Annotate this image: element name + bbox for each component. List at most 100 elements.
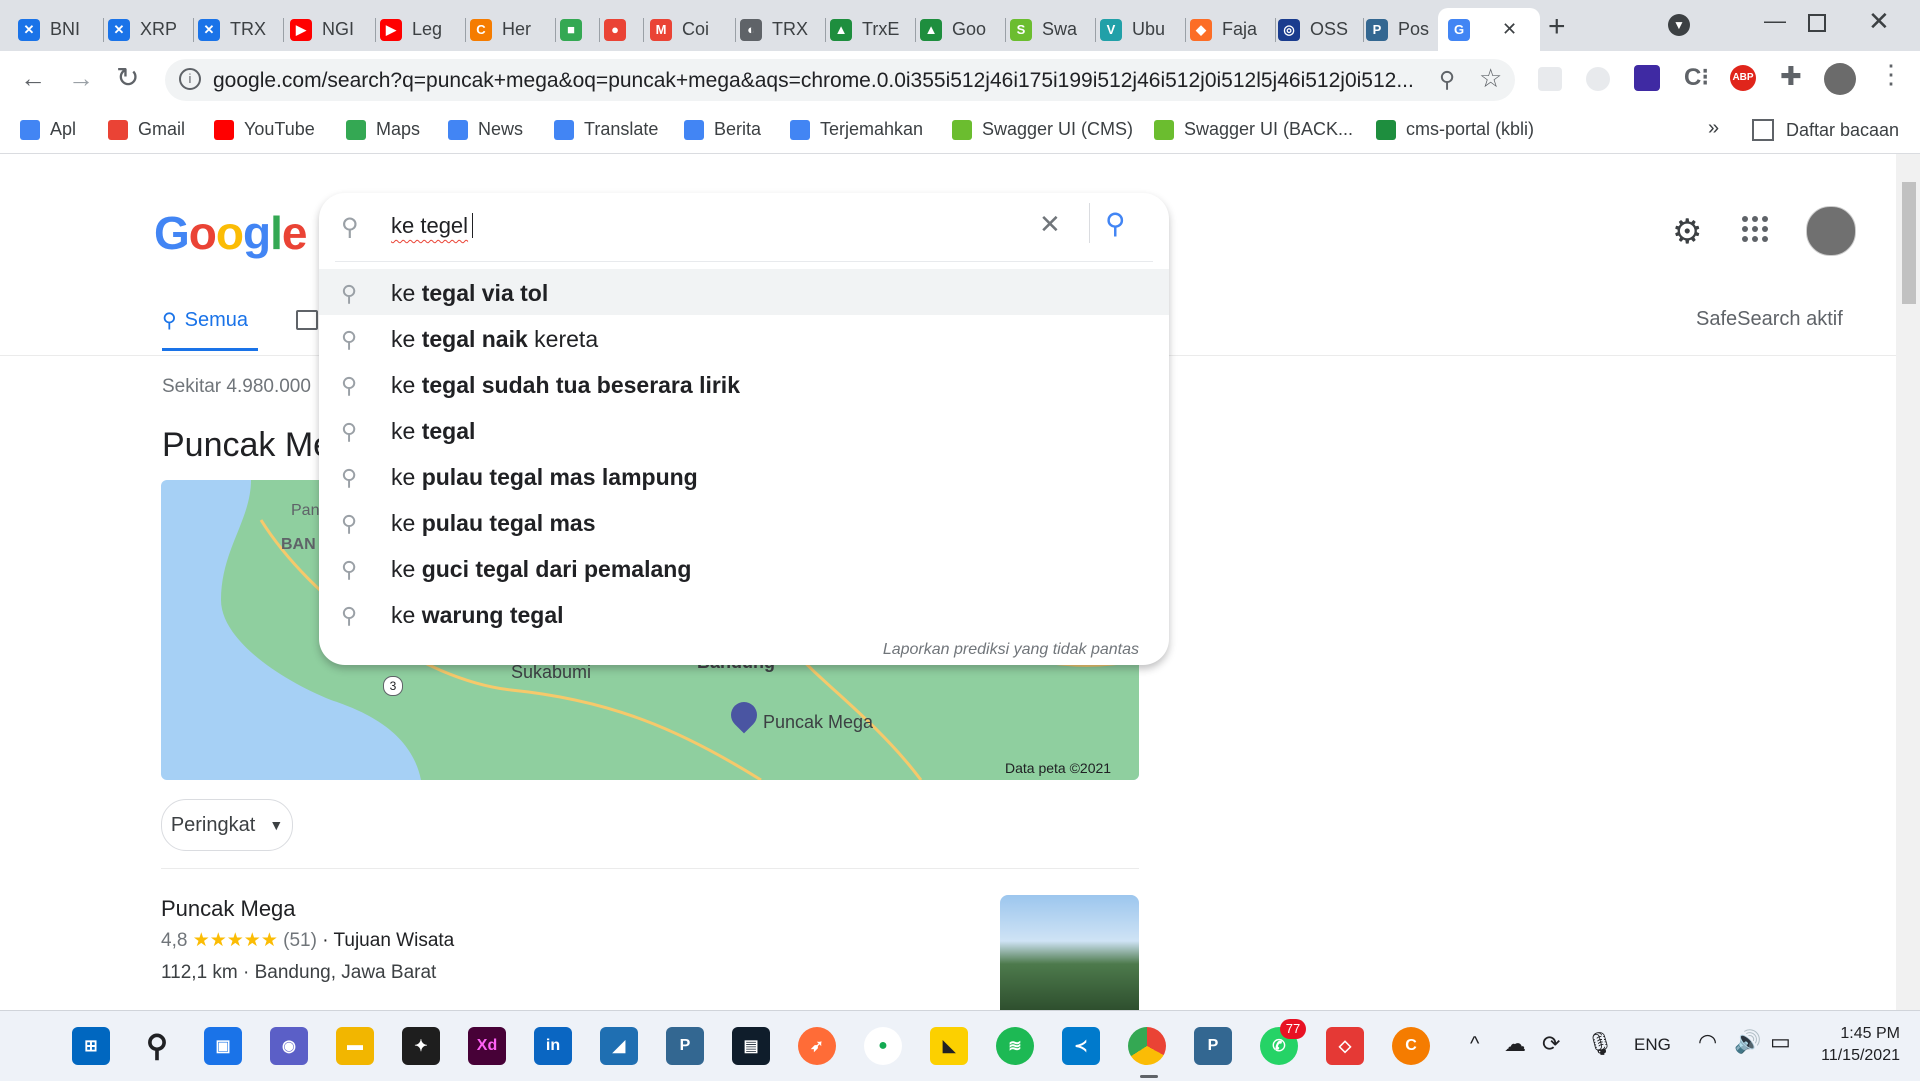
browser-tab[interactable]: ● [604, 8, 644, 51]
apps-grid-icon[interactable] [1742, 216, 1768, 242]
clock[interactable]: 1:45 PM 11/15/2021 [1818, 1025, 1900, 1065]
suggestion-item[interactable]: ⚲ ke pulau tegal mas [319, 499, 1169, 545]
suggestion-item[interactable]: ⚲ ke pulau tegal mas lampung [319, 453, 1169, 499]
browser-tab[interactable]: ◆ Faja [1190, 8, 1276, 51]
new-tab-button[interactable]: + [1548, 10, 1566, 44]
language-indicator[interactable]: ENG [1634, 1035, 1671, 1055]
browser-tab[interactable]: ■ [560, 8, 600, 51]
images-icon[interactable] [296, 310, 318, 330]
mysql-workbench-icon[interactable]: ◢ [600, 1027, 638, 1065]
back-icon[interactable]: ← [20, 63, 46, 94]
bookmark-item[interactable]: cms-portal (kbli) [1376, 119, 1534, 140]
suggestion-item[interactable]: ⚲ ke tegal sudah tua beserara lirik [319, 361, 1169, 407]
bookmark-item[interactable]: YouTube [214, 119, 315, 140]
reading-list-button[interactable]: Daftar bacaan [1752, 119, 1899, 141]
start-icon[interactable]: ⊞ [72, 1027, 110, 1065]
browser-tab[interactable]: ✕ BNI [18, 8, 104, 51]
suggestion-item[interactable]: ⚲ ke warung tegal [319, 591, 1169, 637]
location-icon[interactable]: ⚲ [1439, 67, 1455, 93]
extension-icon[interactable] [1586, 67, 1610, 91]
avatar[interactable] [1824, 63, 1856, 95]
extension-icon[interactable] [1634, 65, 1660, 91]
browser-tab[interactable]: M Coi [650, 8, 736, 51]
file-explorer-icon[interactable]: ▬ [336, 1027, 374, 1065]
microphone-icon[interactable]: 🎙 [1586, 1031, 1614, 1057]
tab-active[interactable]: G ✕ [1438, 8, 1540, 51]
page-scrollbar[interactable] [1896, 154, 1920, 1010]
browser-tab[interactable]: C Her [470, 8, 556, 51]
browser-tab[interactable]: ▶ NGI [290, 8, 376, 51]
browser-tab[interactable]: ◎ OSS [1278, 8, 1364, 51]
browser-tab[interactable]: ▶ Leg [380, 8, 466, 51]
close-tab-icon[interactable]: ✕ [1502, 19, 1517, 40]
report-predictions-link[interactable]: Laporkan prediksi yang tidak pantas [883, 641, 1139, 659]
browser-tab[interactable]: S Swa [1010, 8, 1096, 51]
settings-gear-icon[interactable]: ⚙ [1672, 212, 1702, 252]
restore-icon[interactable] [1808, 14, 1826, 32]
browser-tab[interactable]: ◐ TRX [740, 8, 826, 51]
sort-dropdown[interactable]: Peringkat ▼ [161, 799, 293, 851]
adobe-xd-icon[interactable]: Xd [468, 1027, 506, 1065]
pgadmin-icon[interactable]: P [1194, 1027, 1232, 1065]
bookmark-star-icon[interactable]: ☆ [1479, 63, 1502, 94]
mongodb-icon[interactable]: ● [864, 1027, 902, 1065]
chrome-icon[interactable] [1128, 1027, 1166, 1065]
forward-icon[interactable]: → [68, 63, 94, 94]
minimize-icon[interactable]: — [1764, 8, 1786, 34]
app-icon[interactable]: C [1392, 1027, 1430, 1065]
chat-icon[interactable]: ◉ [270, 1027, 308, 1065]
onedrive-icon[interactable]: ☁ [1504, 1031, 1526, 1057]
app-icon[interactable]: ▤ [732, 1027, 770, 1065]
adblock-icon[interactable]: ABP [1730, 65, 1756, 91]
bookmark-item[interactable]: News [448, 119, 523, 140]
suggestion-item[interactable]: ⚲ ke tegal via tol [319, 269, 1169, 315]
clear-icon[interactable]: ✕ [1039, 209, 1061, 240]
more-menu-icon[interactable]: ⋮ [1878, 59, 1904, 90]
tab-all[interactable]: ⚲ Semua [162, 308, 248, 333]
browser-tab[interactable]: V Ubu [1100, 8, 1186, 51]
volume-icon[interactable]: 🔊 [1734, 1029, 1761, 1055]
pgadmin-icon[interactable]: P [666, 1027, 704, 1065]
suggestion-item[interactable]: ⚲ ke tegal naik kereta [319, 315, 1169, 361]
close-window-icon[interactable]: ✕ [1868, 6, 1890, 37]
place-photo[interactable] [1000, 895, 1139, 1010]
bookmarks-overflow[interactable]: » [1708, 117, 1719, 140]
wifi-icon[interactable]: ◠ [1698, 1029, 1717, 1055]
extension-icon[interactable]: C⁝ [1684, 63, 1709, 92]
browser-tab[interactable]: ▲ Goo [920, 8, 1006, 51]
linkedin-icon[interactable]: in [534, 1027, 572, 1065]
browser-tab[interactable]: ✕ TRX [198, 8, 284, 51]
bookmark-item[interactable]: Swagger UI (CMS) [952, 119, 1133, 140]
task-view-icon[interactable]: ▣ [204, 1027, 242, 1065]
figma-icon[interactable]: ✦ [402, 1027, 440, 1065]
search-icon[interactable]: ⚲ [138, 1027, 176, 1065]
bookmark-item[interactable]: Translate [554, 119, 658, 140]
bookmark-item[interactable]: Terjemahkan [790, 119, 923, 140]
search-input[interactable]: ke tegel [391, 213, 480, 239]
extension-icon[interactable] [1538, 67, 1562, 91]
search-submit-icon[interactable]: ⚲ [1105, 207, 1126, 240]
chevron-up-icon[interactable]: ^ [1470, 1033, 1479, 1056]
account-avatar[interactable] [1806, 206, 1856, 256]
bookmark-item[interactable]: Maps [346, 119, 420, 140]
sync-icon[interactable]: ⟳ [1542, 1031, 1560, 1057]
browser-tab[interactable]: ▲ TrxE [830, 8, 916, 51]
battery-icon[interactable]: ▭ [1770, 1029, 1791, 1055]
place-name[interactable]: Puncak Mega [161, 896, 296, 922]
tab-search-icon[interactable]: ▼ [1668, 14, 1690, 36]
puzzle-icon[interactable]: ✚ [1780, 61, 1802, 92]
spotify-icon[interactable]: ≋ [996, 1027, 1034, 1065]
browser-tab[interactable]: ✕ XRP [108, 8, 194, 51]
bookmark-item[interactable]: Swagger UI (BACK... [1154, 119, 1353, 140]
vscode-icon[interactable]: ≺ [1062, 1027, 1100, 1065]
postman-icon[interactable]: ➶ [798, 1027, 836, 1065]
safesearch-label[interactable]: SafeSearch aktif [1696, 308, 1843, 331]
suggestion-item[interactable]: ⚲ ke guci tegal dari pemalang [319, 545, 1169, 591]
bookmark-item[interactable]: Gmail [108, 119, 185, 140]
bookmark-item[interactable]: Berita [684, 119, 761, 140]
address-bar[interactable]: i google.com/search?q=puncak+mega&oq=pun… [165, 59, 1515, 101]
reload-icon[interactable]: ↻ [116, 61, 139, 94]
google-logo[interactable]: Google [154, 206, 307, 260]
anydesk-icon[interactable]: ◇ [1326, 1027, 1364, 1065]
bookmark-item[interactable]: Apl [20, 119, 76, 140]
